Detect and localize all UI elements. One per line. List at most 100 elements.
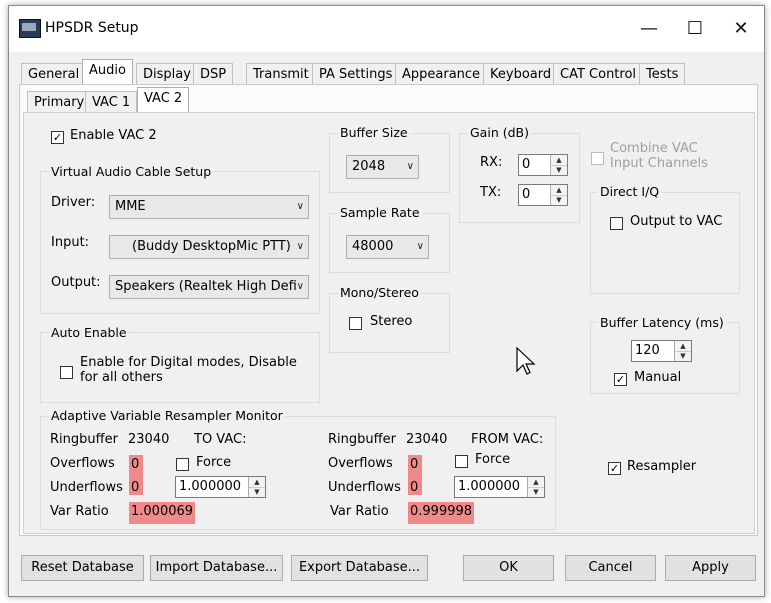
app-icon (19, 19, 41, 38)
minimize-button[interactable]: — (626, 6, 672, 52)
gain-group (459, 133, 580, 223)
tab-keyboard[interactable]: Keyboard (483, 63, 559, 85)
from-varratio-indicator: 0.999998 (408, 502, 474, 524)
spin-buttons[interactable]: ▲ ▼ (527, 477, 544, 497)
mono-stereo-title: Mono/Stereo (338, 285, 421, 300)
spin-down-icon[interactable]: ▼ (249, 487, 265, 497)
buffer-size-value: 2048 (352, 159, 386, 174)
to-varratio-label: Var Ratio (50, 504, 109, 519)
from-varratio-label: Var Ratio (330, 504, 389, 519)
tab-general[interactable]: General (21, 63, 87, 85)
auto-enable-title: Auto Enable (49, 325, 129, 340)
import-database-button[interactable]: Import Database... (150, 555, 283, 581)
from-underflows-label: Underflows (328, 480, 401, 495)
tab-tests[interactable]: Tests (639, 63, 686, 85)
chevron-down-icon: ∨ (296, 241, 304, 252)
chevron-down-icon: ∨ (406, 161, 414, 172)
tab-dsp[interactable]: DSP (193, 63, 234, 85)
stereo-checkbox[interactable] (349, 317, 362, 330)
apply-button[interactable]: Apply (665, 555, 756, 581)
chevron-down-icon: ∨ (296, 281, 304, 292)
gain-rx-spinner[interactable]: 0 ▲ ▼ (518, 154, 568, 176)
from-underflows-value: 0 (410, 480, 419, 495)
vac-setup-title: Virtual Audio Cable Setup (49, 164, 214, 179)
from-overflows-value: 0 (410, 457, 419, 472)
to-force-value: 1.000000 (179, 479, 242, 494)
title-bar: HPSDR Setup — ☐ ✕ (9, 6, 764, 52)
from-force-spinner[interactable]: 1.000000 ▲ ▼ (454, 476, 545, 498)
to-underflows-value: 0 (131, 480, 140, 495)
enable-vac2-label: Enable VAC 2 (70, 128, 157, 143)
auto-enable-label: Enable for Digital modes, Disable for all… (80, 355, 297, 385)
mouse-cursor-icon (516, 347, 536, 375)
stereo-label: Stereo (370, 314, 413, 329)
chevron-down-icon: ∨ (296, 201, 304, 212)
tab-display[interactable]: Display (136, 63, 198, 85)
resampler-checkbox[interactable]: ✓ (608, 462, 621, 475)
to-overflows-value: 0 (131, 457, 140, 472)
auto-enable-line2: for all others (80, 370, 163, 385)
spin-down-icon[interactable]: ▼ (551, 165, 567, 175)
combine-vac-checkbox[interactable] (591, 152, 604, 165)
to-force-checkbox[interactable] (176, 458, 189, 471)
tab-pa-settings[interactable]: PA Settings (312, 63, 400, 85)
combine-vac-line1: Combine VAC (610, 141, 698, 156)
to-underflows-label: Underflows (50, 480, 123, 495)
from-vac-direction: FROM VAC: (471, 432, 544, 447)
cancel-button[interactable]: Cancel (565, 555, 656, 581)
tab-audio[interactable]: Audio (82, 59, 133, 85)
driver-label: Driver: (51, 195, 96, 210)
resampler-label: Resampler (627, 459, 697, 474)
tab-cat-control[interactable]: CAT Control (553, 63, 644, 85)
spin-buttons[interactable]: ▲ ▼ (248, 477, 265, 497)
gain-tx-value: 0 (522, 187, 531, 202)
to-ringbuffer-value: 23040 (128, 432, 170, 447)
input-value: (Buddy DesktopMic PTT) (132, 239, 291, 254)
tab-appearance[interactable]: Appearance (395, 63, 488, 85)
gain-rx-label: RX: (480, 155, 503, 170)
to-force-spinner[interactable]: 1.000000 ▲ ▼ (175, 476, 266, 498)
from-varratio-value: 0.999998 (410, 504, 473, 519)
spin-buttons[interactable]: ▲ ▼ (550, 155, 567, 175)
export-database-button[interactable]: Export Database... (291, 555, 428, 581)
chevron-down-icon: ∨ (416, 241, 424, 252)
spin-down-icon[interactable]: ▼ (675, 351, 691, 361)
maximize-button[interactable]: ☐ (672, 6, 718, 52)
sample-rate-value: 48000 (352, 239, 394, 254)
to-overflows-label: Overflows (50, 456, 115, 471)
manual-checkbox[interactable]: ✓ (614, 373, 627, 386)
spin-buttons[interactable]: ▲ ▼ (550, 185, 567, 205)
driver-select[interactable]: MME ∨ (109, 195, 309, 219)
sample-rate-select[interactable]: 48000 ∨ (346, 235, 429, 259)
input-label: Input: (51, 235, 90, 250)
auto-enable-checkbox[interactable] (60, 366, 73, 379)
from-force-checkbox[interactable] (455, 455, 468, 468)
subtab-primary[interactable]: Primary (27, 91, 92, 113)
spin-down-icon[interactable]: ▼ (528, 487, 544, 497)
to-vac-direction: TO VAC: (194, 432, 247, 447)
buffer-latency-title: Buffer Latency (ms) (598, 315, 726, 330)
subtab-vac2[interactable]: VAC 2 (137, 87, 190, 113)
gain-tx-label: TX: (480, 185, 502, 200)
auto-enable-line1: Enable for Digital modes, Disable (80, 355, 297, 370)
to-ringbuffer-label: Ringbuffer (50, 432, 118, 447)
buffer-latency-spinner[interactable]: 120 ▲ ▼ (631, 340, 692, 362)
output-select[interactable]: Speakers (Realtek High Defi ∨ (109, 275, 309, 299)
output-value: Speakers (Realtek High Defi (115, 279, 297, 294)
from-overflows-label: Overflows (328, 456, 393, 471)
input-select[interactable]: (Buddy DesktopMic PTT) ∨ (109, 235, 309, 259)
buffer-size-select[interactable]: 2048 ∨ (346, 155, 419, 179)
spin-down-icon[interactable]: ▼ (551, 195, 567, 205)
reset-database-button[interactable]: Reset Database (21, 555, 144, 581)
spin-buttons[interactable]: ▲ ▼ (674, 341, 691, 361)
ok-button[interactable]: OK (463, 555, 554, 581)
buffer-size-title: Buffer Size (338, 125, 410, 140)
close-button[interactable]: ✕ (718, 6, 764, 52)
from-force-label: Force (475, 452, 511, 467)
enable-vac2-checkbox[interactable]: ✓ (51, 131, 64, 144)
window-title: HPSDR Setup (45, 20, 139, 36)
gain-tx-spinner[interactable]: 0 ▲ ▼ (518, 184, 568, 206)
subtab-vac1[interactable]: VAC 1 (85, 91, 138, 113)
tab-transmit[interactable]: Transmit (246, 63, 316, 85)
output-to-vac-checkbox[interactable] (610, 217, 623, 230)
